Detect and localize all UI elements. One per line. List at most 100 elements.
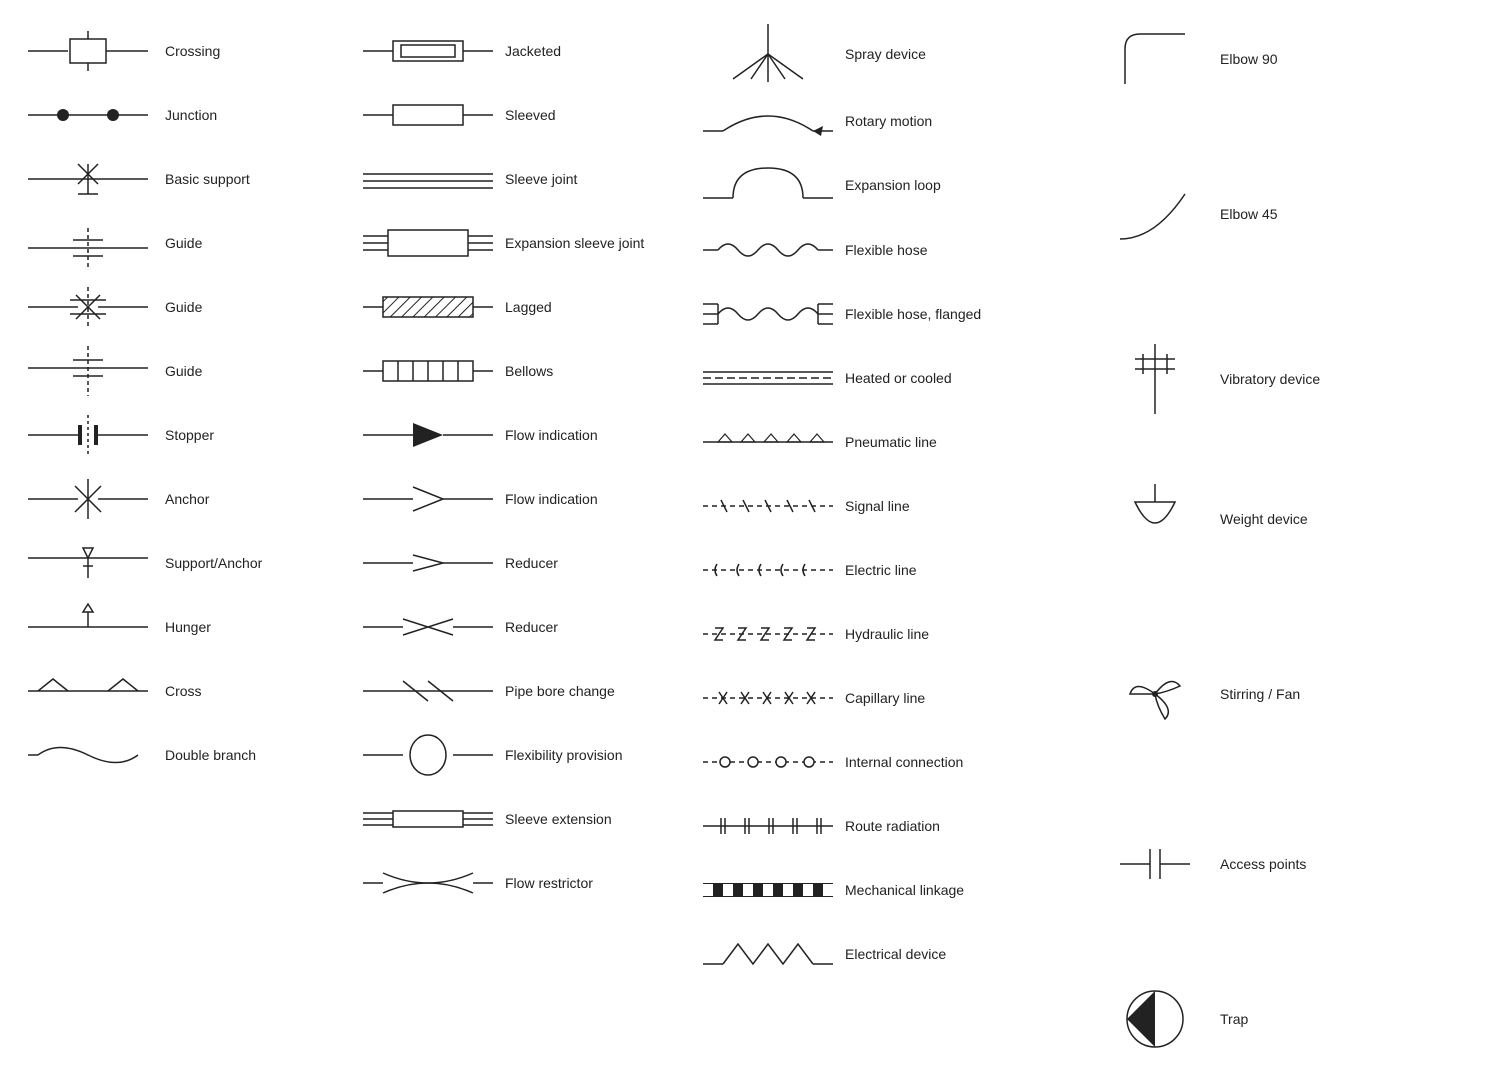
main-page: Crossing Junction (0, 0, 1500, 1078)
label-heated-cooled: Heated or cooled (845, 369, 1090, 387)
sym-weight-device (1090, 484, 1220, 554)
row-guide-2: Guide (10, 276, 350, 338)
label-jacketed: Jacketed (505, 42, 690, 60)
row-flexible-hose-flanged: Flexible hose, flanged (690, 283, 1090, 345)
label-trap: Trap (1220, 1010, 1490, 1028)
row-sleeve-extension: Sleeve extension (350, 788, 690, 850)
label-mechanical-linkage: Mechanical linkage (845, 881, 1090, 899)
label-sleeve-joint: Sleeve joint (505, 170, 690, 188)
sym-sleeve-joint (350, 159, 505, 199)
row-pneumatic-line: Pneumatic line (690, 411, 1090, 473)
label-flexible-hose: Flexible hose (845, 241, 1090, 259)
sym-guide-2 (10, 282, 165, 332)
row-capillary-line: Capillary line (690, 667, 1090, 729)
row-elbow-90: Elbow 90 (1090, 20, 1490, 98)
row-reducer-2: Reducer (350, 596, 690, 658)
label-elbow-90: Elbow 90 (1220, 50, 1490, 68)
sym-lagged (350, 287, 505, 327)
sym-expansion-loop (690, 158, 845, 213)
sym-vibratory-device (1090, 344, 1220, 414)
row-hunger: Hunger (10, 596, 350, 658)
sym-spray-device (690, 24, 845, 84)
label-reducer-2: Reducer (505, 618, 690, 636)
row-trap: Trap (1090, 980, 1490, 1058)
sym-hunger (10, 602, 165, 652)
row-guide-1: Guide (10, 212, 350, 274)
sym-flow-indication-1 (350, 415, 505, 455)
label-guide-3: Guide (165, 362, 350, 380)
label-expansion-sleeve-joint: Expansion sleeve joint (505, 234, 690, 252)
row-flexibility-provision: Flexibility provision (350, 724, 690, 786)
sym-rotary-motion (690, 96, 845, 146)
sym-route-radiation (690, 806, 845, 846)
label-flexible-hose-flanged: Flexible hose, flanged (845, 305, 1090, 323)
label-internal-connection: Internal connection (845, 753, 1090, 771)
label-guide-1: Guide (165, 234, 350, 252)
label-capillary-line: Capillary line (845, 689, 1090, 707)
label-expansion-loop: Expansion loop (845, 176, 1090, 194)
label-guide-2: Guide (165, 298, 350, 316)
label-bellows: Bellows (505, 362, 690, 380)
row-support-anchor: Support/Anchor (10, 532, 350, 594)
label-basic-support: Basic support (165, 170, 350, 188)
column-2: Jacketed Sleeved Sleeve jo (350, 20, 690, 1058)
row-mechanical-linkage: Mechanical linkage (690, 859, 1090, 921)
row-crossing: Crossing (10, 20, 350, 82)
sym-electrical-device (690, 929, 845, 979)
label-lagged: Lagged (505, 298, 690, 316)
sym-sleeve-extension (350, 799, 505, 839)
label-rotary-motion: Rotary motion (845, 112, 1090, 130)
column-1: Crossing Junction (10, 20, 350, 1058)
label-route-radiation: Route radiation (845, 817, 1090, 835)
column-4: Elbow 90 Elbow 45 Vibrator (1090, 20, 1490, 1058)
sym-flexible-hose-flanged (690, 289, 845, 339)
sym-heated-cooled (690, 358, 845, 398)
sym-mechanical-linkage (690, 875, 845, 905)
label-hydraulic-line: Hydraulic line (845, 625, 1090, 643)
row-pipe-bore-change: Pipe bore change (350, 660, 690, 722)
row-cross: Cross (10, 660, 350, 722)
sym-expansion-sleeve-joint (350, 218, 505, 268)
sym-guide-3 (10, 346, 165, 396)
label-stopper: Stopper (165, 426, 350, 444)
row-flow-restrictor: Flow restrictor (350, 852, 690, 914)
sym-stopper (10, 410, 165, 460)
row-stirring-fan: Stirring / Fan (1090, 660, 1490, 728)
row-flow-indication-2: Flow indication (350, 468, 690, 530)
sym-anchor (10, 474, 165, 524)
label-stirring-fan: Stirring / Fan (1220, 685, 1490, 703)
label-hunger: Hunger (165, 618, 350, 636)
sym-reducer-1 (350, 543, 505, 583)
row-sleeved: Sleeved (350, 84, 690, 146)
label-support-anchor: Support/Anchor (165, 554, 350, 572)
label-cross: Cross (165, 682, 350, 700)
sym-junction (10, 95, 165, 135)
row-junction: Junction (10, 84, 350, 146)
row-spray-device: Spray device (690, 20, 1090, 88)
sym-capillary-line (690, 678, 845, 718)
label-crossing: Crossing (165, 42, 350, 60)
sym-cross (10, 671, 165, 711)
row-sleeve-joint: Sleeve joint (350, 148, 690, 210)
row-lagged: Lagged (350, 276, 690, 338)
label-access-points: Access points (1220, 855, 1490, 873)
row-rotary-motion: Rotary motion (690, 90, 1090, 152)
sym-stirring-fan (1090, 664, 1220, 724)
label-spray-device: Spray device (845, 45, 1090, 63)
row-electrical-device: Electrical device (690, 923, 1090, 985)
sym-basic-support (10, 154, 165, 204)
sym-jacketed (350, 31, 505, 71)
sym-pneumatic-line (690, 422, 845, 462)
row-hydraulic-line: Hydraulic line (690, 603, 1090, 665)
row-signal-line: Signal line (690, 475, 1090, 537)
label-electrical-device: Electrical device (845, 945, 1090, 963)
row-access-points: Access points (1090, 830, 1490, 898)
row-route-radiation: Route radiation (690, 795, 1090, 857)
row-double-branch: Double branch (10, 724, 350, 786)
row-flexible-hose: Flexible hose (690, 219, 1090, 281)
row-expansion-loop: Expansion loop (690, 154, 1090, 217)
row-bellows: Bellows (350, 340, 690, 402)
label-anchor: Anchor (165, 490, 350, 508)
row-heated-cooled: Heated or cooled (690, 347, 1090, 409)
row-stopper: Stopper (10, 404, 350, 466)
